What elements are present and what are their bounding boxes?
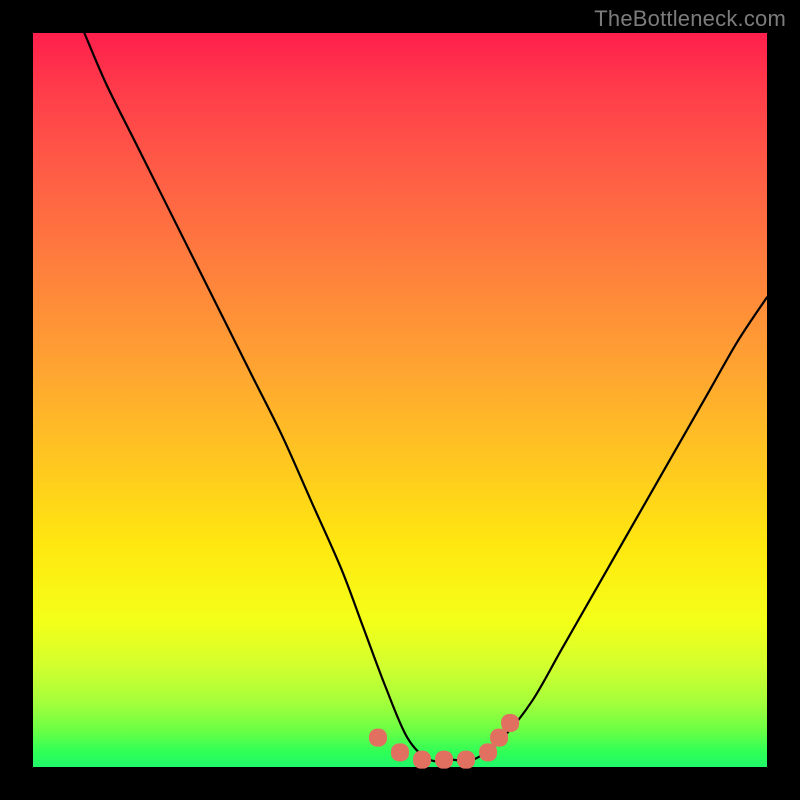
flat-region-dots <box>369 714 519 769</box>
flat-region-dot <box>435 751 453 769</box>
flat-region-dot <box>490 729 508 747</box>
flat-region-dot <box>501 714 519 732</box>
bottleneck-curve <box>84 33 767 761</box>
flat-region-dot <box>391 743 409 761</box>
flat-region-dot <box>413 751 431 769</box>
curve-svg <box>33 33 767 767</box>
chart-frame: TheBottleneck.com <box>0 0 800 800</box>
watermark-text: TheBottleneck.com <box>594 6 786 32</box>
flat-region-dot <box>369 729 387 747</box>
flat-region-dot <box>479 743 497 761</box>
flat-region-dot <box>457 751 475 769</box>
plot-area <box>33 33 767 767</box>
